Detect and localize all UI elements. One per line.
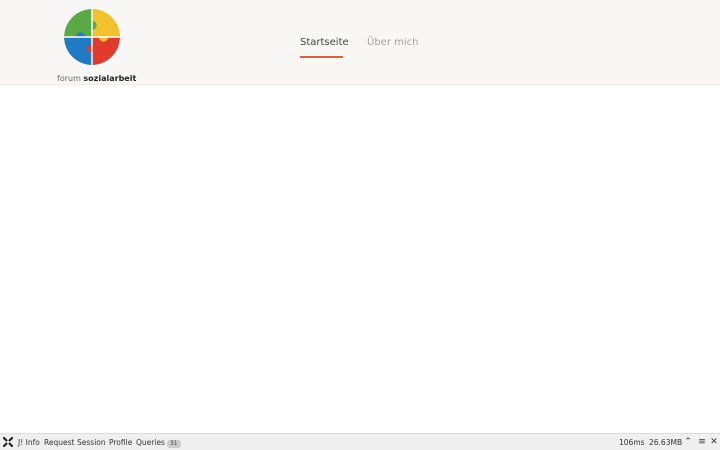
debug-tab-session[interactable]: Session — [77, 438, 106, 447]
logo-text-bold: sozialarbeit — [83, 74, 137, 83]
active-nav-underline — [300, 56, 343, 58]
debug-tab-queries[interactable]: Queries 31 — [136, 438, 181, 448]
debug-bar: J! Info Request Session Profile Queries 3… — [0, 433, 720, 450]
joomla-icon[interactable] — [3, 437, 13, 447]
debug-tab-info[interactable]: J! Info — [18, 438, 40, 447]
nav-item-ueber-mich[interactable]: Über mich — [367, 37, 418, 48]
debug-tab-profile[interactable]: Profile — [109, 438, 132, 447]
chevron-up-icon[interactable]: ⌃ — [683, 436, 693, 448]
debug-tab-request[interactable]: Request — [44, 438, 74, 447]
main-content — [0, 86, 720, 433]
site-header: forum sozialarbeit Startseite Über mich — [0, 0, 720, 85]
queries-count-badge: 31 — [166, 440, 181, 448]
logo-text-regular: forum — [57, 74, 81, 83]
nav-item-startseite[interactable]: Startseite — [300, 37, 349, 48]
site-logo[interactable]: forum sozialarbeit — [57, 8, 136, 83]
debug-tab-queries-label: Queries — [136, 438, 165, 447]
logo-text: forum sozialarbeit — [57, 74, 136, 83]
puzzle-logo-icon — [64, 9, 120, 65]
debug-time: 106ms — [619, 438, 645, 447]
debug-memory: 26.63MB — [649, 438, 683, 447]
close-icon[interactable]: ✕ — [709, 436, 719, 448]
menu-icon[interactable]: ≡ — [697, 436, 707, 448]
